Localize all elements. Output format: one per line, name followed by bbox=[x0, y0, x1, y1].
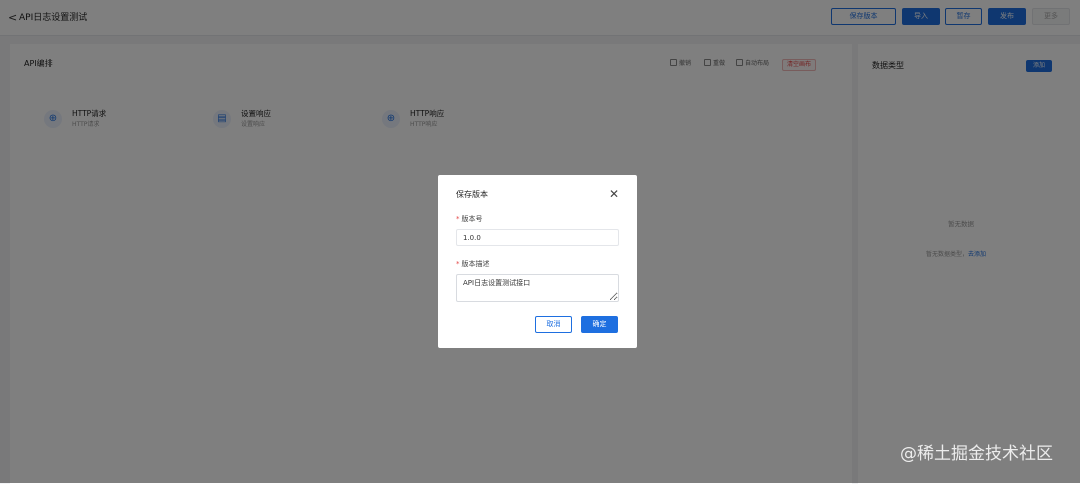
watermark: @稀土掘金技术社区 bbox=[900, 444, 1053, 464]
close-icon[interactable]: ✕ bbox=[608, 188, 620, 200]
version-label: * 版本号 bbox=[456, 215, 483, 223]
description-textarea[interactable]: API日志设置测试接口 bbox=[456, 274, 619, 302]
description-label: * 版本描述 bbox=[456, 260, 490, 268]
confirm-button[interactable]: 确定 bbox=[581, 316, 618, 333]
required-mark: * bbox=[456, 260, 460, 268]
required-mark: * bbox=[456, 215, 460, 223]
version-input[interactable] bbox=[456, 229, 619, 246]
cancel-button[interactable]: 取消 bbox=[535, 316, 572, 333]
save-version-dialog: 保存版本 ✕ *版本号 *版本描述 API日志设置测试接口 取消 确定 bbox=[438, 175, 637, 348]
dialog-title: 保存版本 bbox=[456, 190, 488, 199]
